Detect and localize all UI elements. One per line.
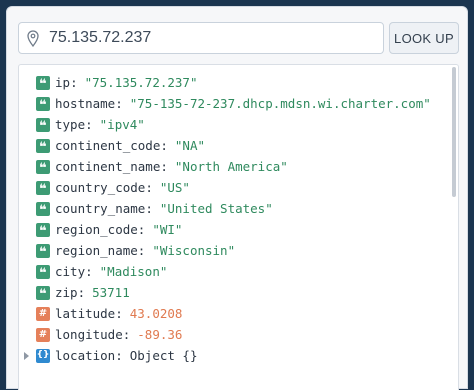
json-field-row-country-name: ❝ country_name: "United States"	[19, 198, 431, 219]
json-field-row-region-code: ❝ region_code: "WI"	[19, 219, 431, 240]
field-key: continent_code	[55, 138, 161, 153]
expand-arrow-icon[interactable]	[24, 352, 29, 360]
ip-search-input[interactable]	[49, 24, 379, 52]
field-separator: :	[77, 285, 86, 300]
field-value: "United States"	[159, 201, 273, 216]
field-value: "Wisconsin"	[152, 243, 236, 258]
json-field-row-type: ❝ type: "ipv4"	[19, 114, 431, 135]
field-separator: :	[145, 180, 153, 195]
field-separator: :	[137, 243, 146, 258]
search-box[interactable]	[18, 22, 384, 54]
field-separator: :	[122, 327, 131, 342]
field-key: latitude	[55, 306, 116, 321]
field-value: "75.135.72.237"	[84, 75, 198, 90]
field-separator: :	[115, 96, 123, 111]
quote-icon: ❝	[36, 117, 50, 133]
field-value: 43.0208	[129, 306, 183, 321]
field-value: "US"	[159, 180, 190, 195]
field-key: ip	[55, 75, 71, 90]
quote-icon: ❝	[36, 264, 50, 280]
field-value: "75-135-72-237.dhcp.mdsn.wi.charter.com"	[129, 96, 431, 111]
field-value: "WI"	[152, 222, 183, 237]
field-separator: :	[137, 222, 146, 237]
quote-icon: ❝	[36, 285, 50, 301]
field-separator: :	[85, 117, 93, 132]
field-separator: :	[115, 348, 123, 363]
json-field-row-continent-name: ❝ continent_name: "North America"	[19, 156, 431, 177]
json-results-panel[interactable]: ❝ ip: "75.135.72.237" ❝ hostname: "75-135-72-…	[18, 64, 459, 390]
scrollbar[interactable]	[452, 67, 456, 197]
quote-icon: ❝	[36, 96, 50, 112]
quote-icon: ❝	[36, 201, 50, 217]
json-field-row-country-code: ❝ country_code: "US"	[19, 177, 431, 198]
field-key: type	[55, 117, 86, 132]
field-key: longitude	[55, 327, 123, 342]
json-field-row-location[interactable]: {} location: Object {}	[19, 345, 431, 366]
json-field-row-ip: ❝ ip: "75.135.72.237"	[19, 72, 431, 93]
json-field-row-longitude: # longitude: -89.36	[19, 324, 431, 345]
field-value: Object {}	[129, 348, 198, 363]
json-field-list: ❝ ip: "75.135.72.237" ❝ hostname: "75-135-72-…	[19, 72, 431, 366]
search-row: LOOK UP	[18, 22, 459, 54]
braces-icon: {}	[36, 348, 50, 363]
quote-icon: ❝	[36, 222, 50, 238]
hash-icon: #	[36, 327, 50, 342]
quote-icon: ❝	[36, 159, 50, 175]
json-field-row-region-name: ❝ region_name: "Wisconsin"	[19, 240, 431, 261]
field-key: region_name	[55, 243, 138, 258]
quote-icon: ❝	[36, 243, 50, 259]
field-separator: :	[145, 201, 153, 216]
field-key: location	[55, 348, 116, 363]
look-up-button[interactable]: LOOK UP	[389, 22, 459, 54]
json-field-row-hostname: ❝ hostname: "75-135-72-237.dhcp.mdsn.wi.ch…	[19, 93, 431, 114]
json-field-row-latitude: # latitude:43.0208	[19, 303, 431, 324]
field-key: continent_name	[55, 159, 161, 174]
field-separator: :	[85, 264, 93, 279]
field-separator: :	[70, 75, 78, 90]
field-value: "Madison"	[99, 264, 168, 279]
field-key: city	[55, 264, 86, 279]
field-value: -89.36	[137, 327, 183, 342]
hash-icon: #	[36, 306, 50, 321]
field-key: region_code	[55, 222, 138, 237]
field-separator: :	[160, 159, 168, 174]
field-key: country_name	[55, 201, 146, 216]
quote-icon: ❝	[36, 75, 50, 91]
field-value: 53711	[92, 285, 130, 300]
field-value: "ipv4"	[99, 117, 145, 132]
field-key: zip	[55, 285, 78, 300]
json-field-row-city: ❝ city: "Madison"	[19, 261, 431, 282]
map-pin-icon	[27, 30, 39, 47]
field-key: hostname	[55, 96, 116, 111]
json-field-row-continent-code: ❝ continent_code: "NA"	[19, 135, 431, 156]
quote-icon: ❝	[36, 138, 50, 154]
field-separator: :	[115, 306, 123, 321]
field-key: country_code	[55, 180, 146, 195]
ip-lookup-panel: LOOK UP ❝ ip: "75.135.72.237" ❝ hostname: "75…	[6, 6, 468, 390]
json-field-row-zip: ❝ zip:53711	[19, 282, 431, 303]
quote-icon: ❝	[36, 180, 50, 196]
field-separator: :	[160, 138, 168, 153]
field-value: "North America"	[174, 159, 288, 174]
field-value: "NA"	[174, 138, 205, 153]
